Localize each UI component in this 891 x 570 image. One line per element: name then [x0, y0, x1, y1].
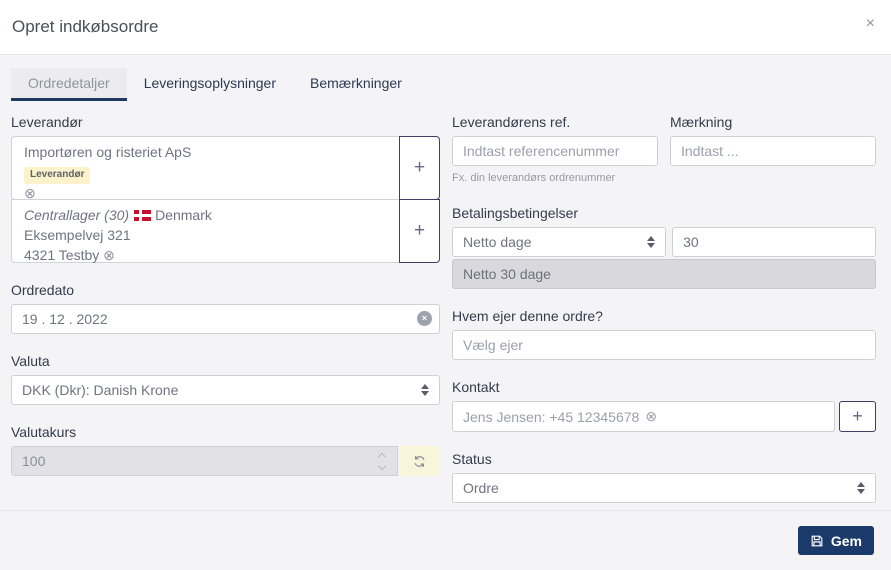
- select-arrows-icon: [647, 236, 656, 248]
- warehouse-address-line2: 4321 Testby: [24, 246, 100, 263]
- order-date-label: Ordredato: [11, 282, 75, 298]
- warehouse-name: Centrallager (30): [24, 207, 130, 223]
- tabbar: Ordredetaljer Leveringsoplysninger Bemær…: [11, 68, 876, 101]
- left-column: Leverandør Importøren og risteriet ApS L…: [11, 114, 440, 503]
- warehouse-name-line: Centrallager (30) Denmark: [24, 206, 387, 226]
- add-warehouse-button[interactable]: +: [399, 199, 440, 263]
- owner-input[interactable]: [452, 330, 876, 360]
- payment-terms-type: Netto dage: [463, 234, 532, 250]
- contact-field[interactable]: Jens Jensen: +45 12345678 ⊗: [452, 401, 835, 432]
- add-supplier-button[interactable]: +: [399, 136, 440, 200]
- marking-label: Mærkning: [670, 114, 733, 130]
- right-column: Leverandørens ref. Fx. din leverandørs o…: [452, 114, 876, 503]
- owner-label: Hvem ejer denne ordre?: [452, 308, 603, 324]
- add-contact-button[interactable]: +: [839, 401, 876, 432]
- supplier-warehouse-row: Centrallager (30) Denmark Eksempelvej 321…: [11, 199, 440, 263]
- currency-value: DKK (Dkr): Danish Krone: [22, 382, 179, 398]
- tab-ordredetaljer[interactable]: Ordredetaljer: [11, 68, 127, 101]
- exchange-rate-input: 100: [11, 446, 398, 476]
- marking-group: Mærkning: [670, 114, 876, 184]
- marking-input[interactable]: [670, 136, 876, 166]
- status-select[interactable]: Ordre: [452, 473, 876, 503]
- warehouse-country: Denmark: [155, 207, 212, 223]
- save-disk-icon: [811, 535, 823, 546]
- supplier-ref-help: Fx. din leverandørs ordrenummer: [452, 172, 616, 184]
- refresh-icon: [414, 455, 425, 467]
- exchange-rate-label: Valutakurs: [11, 424, 77, 440]
- supplier-ref-group: Leverandørens ref. Fx. din leverandørs o…: [452, 114, 658, 184]
- remove-warehouse-icon[interactable]: ⊗: [103, 247, 115, 263]
- close-icon[interactable]: ×: [866, 16, 875, 32]
- denmark-flag-icon: [134, 210, 152, 221]
- supplier-badge: Leverandør: [24, 166, 91, 185]
- create-purchase-order-modal: Opret indkøbsordre × Ordredetaljer Lever…: [0, 0, 891, 570]
- currency-label: Valuta: [11, 353, 50, 369]
- supplier-company-name: Importøren og risteriet ApS: [24, 144, 192, 160]
- select-arrows-icon: [421, 384, 429, 396]
- payment-terms-select[interactable]: Netto dage: [452, 227, 667, 257]
- save-button[interactable]: Gem: [797, 526, 874, 555]
- form-columns: Leverandør Importøren og risteriet ApS L…: [11, 114, 876, 503]
- ref-marking-row: Leverandørens ref. Fx. din leverandørs o…: [452, 114, 876, 184]
- modal-header: Opret indkøbsordre ×: [0, 0, 891, 55]
- payment-terms-summary: Netto 30 dage: [452, 259, 876, 289]
- payment-terms-days-input[interactable]: [672, 227, 876, 257]
- number-spinner-icon: [377, 452, 387, 470]
- order-date-wrap: ×: [11, 304, 440, 334]
- modal-body: Ordredetaljer Leveringsoplysninger Bemær…: [0, 55, 891, 510]
- order-date-input[interactable]: [11, 304, 440, 334]
- status-value: Ordre: [463, 480, 499, 496]
- modal-title: Opret indkøbsordre: [12, 17, 159, 36]
- contact-value: Jens Jensen: +45 12345678: [463, 408, 640, 425]
- supplier-ref-input[interactable]: [452, 136, 658, 166]
- exchange-rate-row: 100: [11, 446, 440, 476]
- payment-terms-row: Netto dage: [452, 227, 876, 257]
- select-arrows-icon: [857, 482, 865, 494]
- modal-footer: Gem: [0, 510, 891, 570]
- exchange-rate-value: 100: [22, 453, 46, 469]
- supplier-company-card[interactable]: Importøren og risteriet ApS Leverandør ⊗: [11, 136, 400, 201]
- save-button-label: Gem: [830, 532, 862, 549]
- supplier-label: Leverandør: [11, 114, 83, 130]
- supplier-ref-label: Leverandørens ref.: [452, 114, 571, 130]
- currency-select[interactable]: DKK (Dkr): Danish Krone: [11, 375, 440, 405]
- contact-label: Kontakt: [452, 379, 500, 395]
- tab-leveringsoplysninger[interactable]: Leveringsoplysninger: [127, 68, 293, 101]
- warehouse-address-line1: Eksempelvej 321: [24, 226, 131, 243]
- supplier-company-row: Importøren og risteriet ApS Leverandør ⊗…: [11, 136, 440, 201]
- clear-date-icon[interactable]: ×: [417, 311, 432, 326]
- status-label: Status: [452, 451, 492, 467]
- supplier-warehouse-card[interactable]: Centrallager (30) Denmark Eksempelvej 321…: [11, 199, 400, 263]
- refresh-rate-button[interactable]: [399, 446, 440, 476]
- contact-row: Jens Jensen: +45 12345678 ⊗ +: [452, 401, 876, 432]
- payment-terms-label: Betalingsbetingelser: [452, 205, 579, 221]
- remove-contact-icon[interactable]: ⊗: [645, 408, 657, 425]
- tab-bemaerkninger[interactable]: Bemærkninger: [293, 68, 419, 101]
